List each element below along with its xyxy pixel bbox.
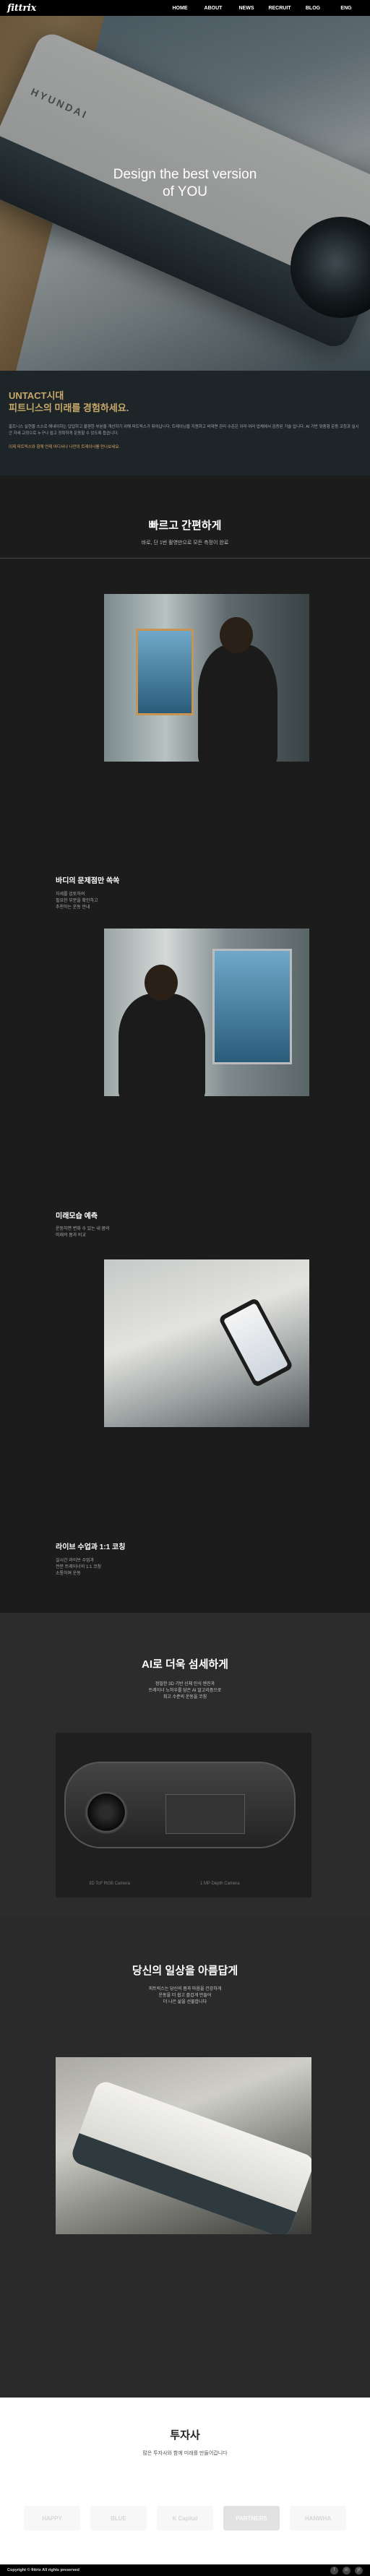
daily-description: 피트릭스는 당신의 몸과 마음을 건강하게 운동을 더 쉽고 즐겁게 만들어 더… [0, 1986, 370, 2006]
feature-live-heading: 라이브 수업과 1:1 코칭 [56, 1543, 126, 1551]
features-divider [0, 558, 370, 559]
feature-future-text: 운동하면 변화 수 있는 내 몸의 미래의 몸과 비교 [56, 1226, 110, 1239]
feature-future-heading: 미래모습 예측 [56, 1212, 98, 1220]
camera-sensor-board [165, 1794, 245, 1834]
nav-recruit[interactable]: RECRUIT [263, 6, 296, 11]
hero-section: HYUNDAI Design the best version of YOU [0, 0, 370, 371]
investor-logo[interactable]: K Capital [157, 2506, 213, 2530]
features-title: 빠르고 간편하게 [148, 520, 222, 532]
nav-home[interactable]: HOME [163, 6, 197, 11]
brand-logo[interactable]: fittrix [7, 3, 36, 14]
investors-section: 투자사 많은 투자사와 함께 미래를 만들어갑니다 HAPPY BLUE K C… [0, 2398, 370, 2564]
investor-logo[interactable]: HAPPY [24, 2506, 80, 2530]
nav-news[interactable]: NEWS [230, 6, 263, 11]
person-head [220, 617, 253, 653]
daily-description-line: 운동을 더 쉽고 즐겁게 만들어 [158, 1994, 212, 1998]
intro-section: UNTACT시대 피트니스의 미래를 경험하세요. 홈트니스 실현을 스스로 해… [0, 371, 370, 475]
daily-section: 당신의 일상을 아름답게 피트릭스는 당신의 몸과 마음을 건강하게 운동을 더… [0, 1916, 370, 2398]
camera-body [64, 1762, 296, 1848]
camera-label-depth: 1 MP Depth Camera [200, 1882, 240, 1886]
feature-body-heading: 바디의 문제점만 쏙쏙 [56, 877, 120, 885]
ai-description-line: 정밀한 3D 기반 신체 인식 엔진과 [155, 1682, 215, 1687]
feature-body-line: 필요한 부분을 확인하고 [56, 899, 98, 903]
measurement-photo [104, 594, 309, 762]
mobile-app-photo [104, 1259, 309, 1427]
feature-body-line: 자세를 검토하여 [56, 892, 85, 897]
daily-description-line: 더 나은 삶을 선물합니다 [163, 2000, 207, 2004]
feature-body-line: 추천하는 운동 안내 [56, 905, 90, 910]
phone-screen [223, 1302, 289, 1383]
facebook-icon[interactable]: f [330, 2566, 338, 2575]
features-subtitle: 바로, 단 1번 촬영만으로 모든 측정이 완료 [141, 540, 229, 546]
ai-description: 정밀한 3D 기반 신체 인식 엔진과 트레이너 노하우를 담은 AI 알고리즘… [0, 1681, 370, 1701]
hero-title-line-1: Design the best version [113, 167, 257, 182]
footer: Copyright © fittrix All rights preserved… [0, 2564, 370, 2576]
camera-label-rgb: 3D ToF RGB Camera [89, 1882, 130, 1886]
social-links: f in yt [330, 2566, 363, 2575]
investor-logo[interactable]: BLUE [90, 2506, 147, 2530]
investor-logo-row: HAPPY BLUE K Capital PARTNERS HANWHA [0, 2506, 370, 2530]
nav-blog[interactable]: BLOG [296, 6, 330, 11]
person-back [198, 645, 278, 762]
ai-description-line: 최고 수준의 운동을 코칭 [163, 1695, 207, 1700]
feature-future-line: 운동하면 변화 수 있는 내 몸의 [56, 1227, 110, 1231]
linkedin-icon[interactable]: in [343, 2566, 350, 2575]
intro-headline-1: UNTACT시대 [9, 390, 64, 401]
investor-logo[interactable]: HANWHA [290, 2506, 346, 2530]
fittrix-device [69, 2079, 311, 2234]
hero-title: Design the best version of YOU [0, 166, 370, 201]
investor-logo[interactable]: PARTNERS [223, 2506, 280, 2530]
body-analysis-photo [104, 929, 309, 1096]
copyright-text: Copyright © fittrix All rights preserved [7, 2568, 79, 2572]
daily-device-photo [56, 2057, 311, 2234]
camera-diagram: 3D ToF RGB Camera 1 MP Depth Camera [56, 1733, 311, 1897]
intro-paragraph-accent: 이제 피트릭스와 함께 언제 어디서나 나만의 트레이너를 만나보세요. [9, 445, 120, 449]
top-nav: fittrix HOME ABOUT NEWS RECRUIT BLOG ENG [0, 0, 370, 16]
hero-title-line-2: of YOU [163, 184, 207, 199]
investors-title: 투자사 [170, 2429, 200, 2442]
intro-headline-2: 피트니스의 미래를 경험하세요. [9, 402, 129, 413]
daily-title: 당신의 일상을 아름답게 [132, 1965, 238, 1977]
phone-device [218, 1297, 294, 1388]
mirror-screen [212, 949, 292, 1064]
daily-description-line: 피트릭스는 당신의 몸과 마음을 건강하게 [148, 1987, 222, 1991]
feature-live-line: 소통하며 운동 [56, 1572, 81, 1576]
investors-subtitle: 많은 투자사와 함께 미래를 만들어갑니다 [142, 2451, 228, 2456]
feature-body-text: 자세를 검토하여 필요한 부분을 확인하고 추천하는 운동 안내 [56, 892, 98, 911]
person-head [145, 965, 178, 1001]
ai-title: AI로 더욱 섬세하게 [142, 1658, 228, 1671]
feature-future-line: 미래의 몸과 비교 [56, 1233, 86, 1238]
nav-menu: HOME ABOUT NEWS RECRUIT BLOG ENG [163, 6, 363, 11]
feature-live-line: 실시간 라이브 수업과 [56, 1559, 95, 1563]
ai-section: AI로 더욱 섬세하게 정밀한 3D 기반 신체 인식 엔진과 트레이너 노하우… [0, 1613, 370, 1916]
mirror-screen [136, 629, 194, 715]
youtube-icon[interactable]: yt [355, 2566, 363, 2575]
feature-live-text: 실시간 라이브 수업과 전문 트레이너의 1:1 코칭 소통하며 운동 [56, 1558, 101, 1577]
ai-description-line: 트레이너 노하우를 담은 AI 알고리즘으로 [148, 1689, 222, 1693]
person-back [119, 994, 205, 1096]
intro-paragraph: 홈트니스 실현을 스스로 해내야하는 답답하고 불편한 부분을 개선하기 위해 … [9, 425, 359, 436]
camera-lens-icon [85, 1791, 128, 1834]
nav-about[interactable]: ABOUT [197, 6, 230, 11]
nav-language[interactable]: ENG [330, 6, 363, 11]
feature-live-line: 전문 트레이너의 1:1 코칭 [56, 1565, 102, 1569]
